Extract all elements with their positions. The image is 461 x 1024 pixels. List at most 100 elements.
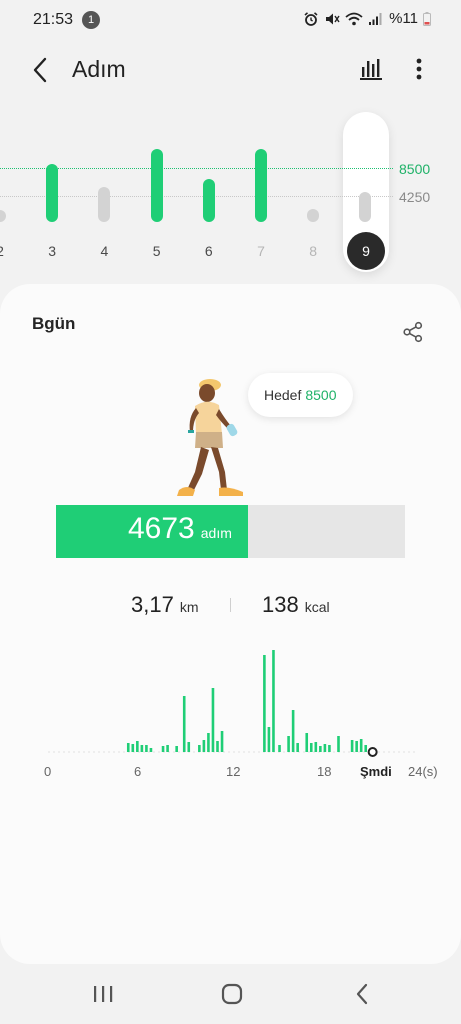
notification-count-badge: 1	[82, 11, 100, 29]
hourly-bar-32	[355, 741, 358, 752]
alarm-icon	[304, 11, 318, 26]
hourly-bar-0	[126, 743, 130, 752]
hourly-bar-26	[314, 742, 318, 752]
hourly-bar-7	[166, 745, 169, 752]
hourly-bar-14	[211, 688, 215, 752]
app-bar: Adım	[0, 40, 461, 100]
status-bar: 21:53 1 %11	[0, 0, 461, 40]
hourly-bar-16	[220, 731, 224, 752]
wifi-icon	[345, 12, 363, 25]
hourly-step-chart[interactable]: 0 6 12 18 Şmdi 24(s)	[44, 644, 438, 784]
back-button[interactable]	[22, 54, 58, 86]
walking-person-illustration	[177, 379, 243, 496]
half-goal-line-label: 4250	[399, 189, 431, 205]
half-goal-line	[0, 196, 393, 197]
hourly-bar-13	[207, 733, 210, 752]
distance-unit: km	[179, 599, 199, 615]
signal-icon	[369, 12, 382, 25]
stats-divider	[230, 598, 231, 612]
share-button[interactable]	[400, 319, 426, 345]
hourly-bar-10	[187, 742, 191, 752]
step-count-value: 4673	[128, 512, 195, 545]
hourly-bar-23	[296, 743, 299, 752]
more-vert-icon	[416, 58, 422, 80]
mute-icon	[326, 13, 340, 24]
day-bar-7[interactable]	[255, 148, 267, 222]
day-bar-8[interactable]	[307, 209, 320, 222]
hourly-bar-9	[182, 696, 186, 752]
step-progress-bar: 4673 adım	[56, 505, 405, 558]
home-icon	[221, 983, 243, 1005]
hourly-bar-15	[216, 741, 219, 752]
back-nav-button[interactable]	[342, 978, 382, 1010]
today-title: Bgün	[32, 314, 76, 333]
hourly-bar-1	[131, 744, 135, 752]
hourly-bar-8	[175, 746, 178, 752]
history-chart-button[interactable]	[354, 52, 388, 86]
bar-chart-icon	[360, 59, 382, 80]
battery-percent: %11	[389, 10, 418, 27]
hourly-bar-25	[309, 743, 313, 752]
hour-tick-2: 12	[226, 764, 241, 779]
back-nav-icon	[356, 983, 368, 1005]
goal-label: Hedef	[264, 387, 302, 403]
day-bar-2[interactable]	[0, 210, 6, 222]
page-title: Adım	[72, 56, 126, 82]
hourly-bar-21	[287, 736, 290, 752]
hour-tick-4: Şmdi	[360, 764, 392, 779]
calories-unit: kcal	[304, 599, 330, 615]
chevron-left-icon	[33, 57, 47, 83]
hourly-bar-19	[272, 650, 275, 752]
day-bar-9[interactable]	[359, 192, 372, 222]
recent-apps-button[interactable]	[83, 978, 123, 1010]
step-count-unit: adım	[200, 525, 232, 541]
goal-line-label: 8500	[399, 161, 431, 177]
hourly-bar-24	[305, 733, 309, 752]
hourly-bar-12	[202, 740, 206, 752]
hourly-chart-svg	[48, 650, 418, 757]
today-card: Bgün Hedef 8500 4673 adım 3,17 km 138 kc…	[0, 284, 461, 964]
hourly-bar-3	[140, 745, 144, 752]
share-icon	[403, 321, 423, 343]
day-label-5[interactable]: 5	[147, 243, 167, 259]
day-bar-5[interactable]	[150, 148, 163, 222]
hourly-bar-34	[364, 745, 368, 752]
hourly-bar-2	[136, 741, 139, 752]
more-options-button[interactable]	[404, 52, 434, 86]
day-label-3[interactable]: 3	[42, 243, 62, 259]
hourly-bar-17	[263, 655, 266, 752]
hour-tick-5: 24(s)	[408, 764, 438, 779]
hourly-bar-18	[267, 727, 271, 752]
hour-tick-0: 0	[44, 764, 52, 779]
hourly-bar-31	[350, 740, 354, 752]
calories-stat: 138 kcal	[262, 592, 330, 618]
hourly-bar-22	[291, 710, 295, 752]
day-label-2[interactable]: 2	[0, 243, 10, 259]
home-button[interactable]	[212, 978, 252, 1010]
distance-value: 3,17	[131, 592, 174, 617]
status-time: 21:53	[33, 11, 74, 28]
status-icons: %11	[303, 10, 431, 27]
selected-day-label[interactable]: 9	[347, 232, 385, 270]
battery-low-icon	[423, 11, 431, 26]
hourly-bar-28	[323, 744, 327, 752]
weekly-step-chart[interactable]: 8500 4250 9 2 3 4 5 6 7 8	[0, 100, 461, 280]
day-bar-6[interactable]	[202, 178, 215, 222]
day-label-4[interactable]: 4	[94, 243, 114, 259]
day-label-6[interactable]: 6	[199, 243, 219, 259]
calories-value: 138	[262, 592, 299, 617]
hourly-bar-27	[319, 746, 322, 752]
hourly-bar-29	[328, 745, 331, 752]
hourly-bar-30	[337, 736, 340, 752]
day-bar-4[interactable]	[98, 187, 111, 222]
hour-tick-3: 18	[317, 764, 332, 779]
recent-apps-icon	[94, 986, 113, 1002]
stats-row: 3,17 km 138 kcal	[0, 592, 461, 622]
goal-bubble[interactable]: Hedef 8500	[248, 373, 353, 417]
goal-line	[0, 168, 393, 169]
hour-tick-1: 6	[134, 764, 142, 779]
hourly-bar-33	[359, 739, 363, 752]
day-label-7[interactable]: 7	[251, 243, 271, 259]
day-bar-3[interactable]	[46, 164, 59, 222]
day-label-8[interactable]: 8	[303, 243, 323, 259]
